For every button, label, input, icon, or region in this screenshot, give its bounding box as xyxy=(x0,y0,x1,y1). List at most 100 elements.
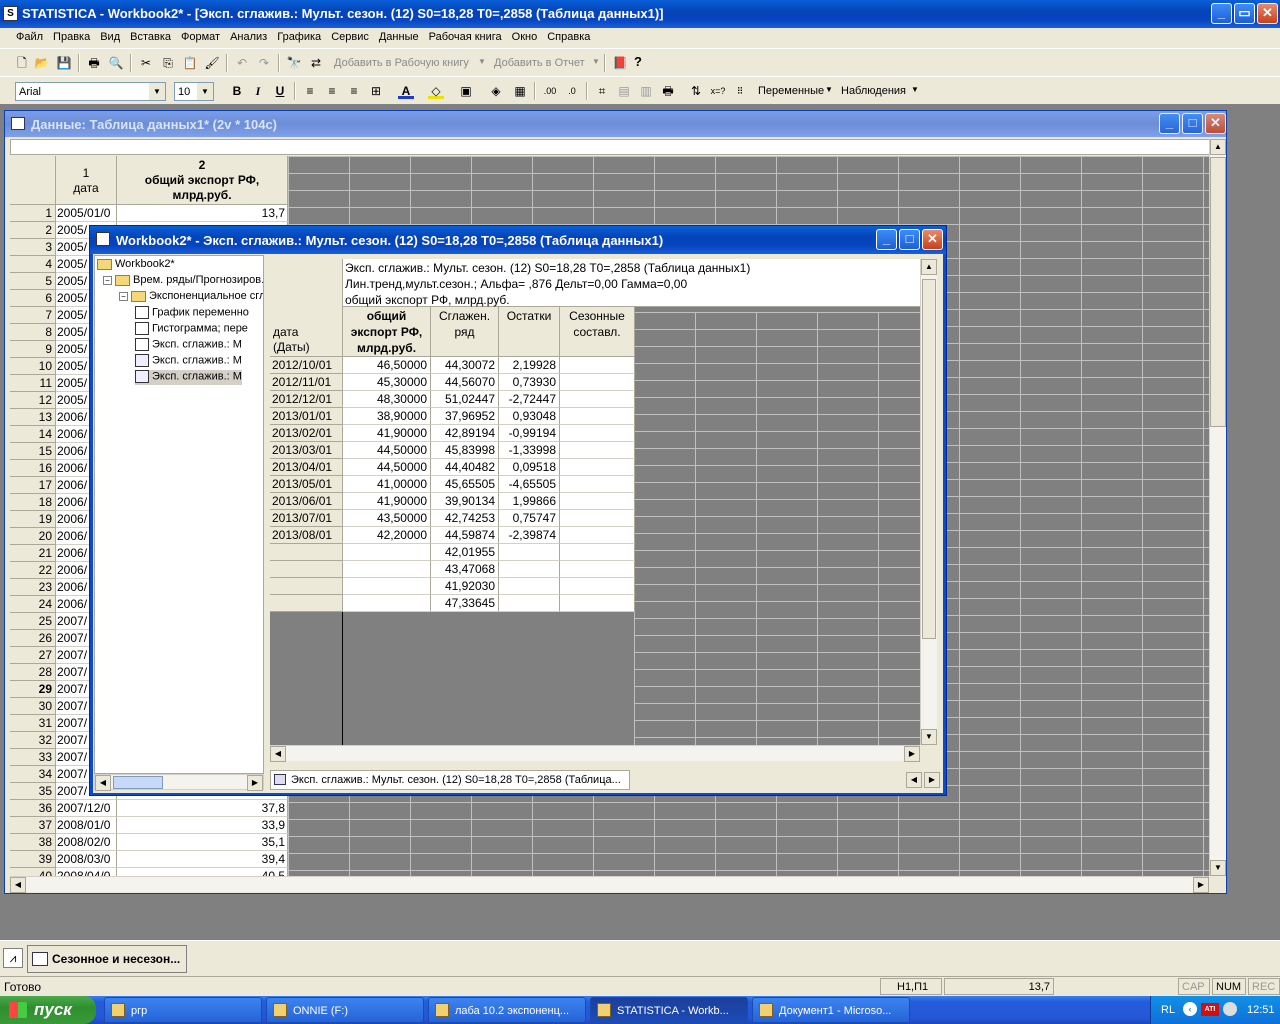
result-export-cell[interactable]: 41,90000 xyxy=(343,493,431,510)
row-header[interactable]: 16 xyxy=(10,460,56,477)
result-export-cell[interactable]: 43,50000 xyxy=(343,510,431,527)
formula-bar[interactable] xyxy=(10,139,1225,155)
increase-decimal-icon[interactable]: .00 xyxy=(542,83,558,99)
cut-icon[interactable]: ✂ xyxy=(138,55,154,71)
row-header[interactable]: 32 xyxy=(10,732,56,749)
result-residual-cell[interactable]: 2,19928 xyxy=(499,357,560,374)
result-date-cell[interactable] xyxy=(270,544,343,561)
row-header[interactable]: 21 xyxy=(10,545,56,562)
result-smoothed-cell[interactable]: 44,59874 xyxy=(431,527,499,544)
font-color-icon[interactable]: A xyxy=(398,83,414,99)
row-header[interactable]: 39 xyxy=(10,851,56,868)
column-header-export[interactable]: 2 общий экспорт РФ, млрд.руб. xyxy=(117,156,288,205)
tree-item[interactable]: − Врем. ряды/Прогнозиров. xyxy=(103,274,263,289)
result-export-cell[interactable]: 44,50000 xyxy=(343,459,431,476)
grid-icon[interactable]: ▦ xyxy=(512,83,528,99)
result-smoothed-cell[interactable]: 43,47068 xyxy=(431,561,499,578)
tab-prev-button[interactable]: ◀ xyxy=(906,772,922,788)
result-date-cell[interactable]: 2013/05/01 xyxy=(270,476,343,493)
result-smoothed-cell[interactable]: 41,92030 xyxy=(431,578,499,595)
date-cell[interactable]: 2008/02/0 xyxy=(56,834,117,851)
result-export-cell[interactable] xyxy=(343,595,431,612)
result-smoothed-cell[interactable]: 39,90134 xyxy=(431,493,499,510)
menu-item[interactable]: Данные xyxy=(379,31,419,43)
minimize-button[interactable]: _ xyxy=(1159,113,1180,134)
scroll-left-button[interactable]: ◀ xyxy=(95,775,111,791)
result-smoothed-cell[interactable]: 44,30072 xyxy=(431,357,499,374)
result-residual-cell[interactable]: 0,73930 xyxy=(499,374,560,391)
result-smoothed-cell[interactable]: 45,65505 xyxy=(431,476,499,493)
taskbar-item[interactable]: ONNIE (F:) xyxy=(266,997,424,1023)
scroll-right-button[interactable]: ▶ xyxy=(904,746,920,762)
row-header[interactable]: 2 xyxy=(10,222,56,239)
row-header[interactable]: 10 xyxy=(10,358,56,375)
scroll-thumb[interactable] xyxy=(922,279,936,639)
new-icon[interactable]: 🗋 xyxy=(14,55,30,71)
date-column-header[interactable]: дата (Даты) xyxy=(273,325,333,355)
border-icon[interactable]: ▣ xyxy=(458,83,474,99)
result-date-cell[interactable] xyxy=(270,595,343,612)
result-export-cell[interactable]: 42,20000 xyxy=(343,527,431,544)
close-button[interactable]: ✕ xyxy=(922,229,943,250)
recode-icon[interactable]: ⠿ xyxy=(732,83,748,99)
result-seasonal-cell[interactable] xyxy=(560,459,635,476)
result-export-cell[interactable]: 45,30000 xyxy=(343,374,431,391)
menu-item[interactable]: Анализ xyxy=(230,31,267,43)
row-header[interactable]: 24 xyxy=(10,596,56,613)
fill-color-icon[interactable]: ◇ xyxy=(428,83,444,99)
export-cell[interactable]: 35,1 xyxy=(117,834,288,851)
result-residual-cell[interactable] xyxy=(499,561,560,578)
results-vertical-scrollbar[interactable]: ▲ ▼ xyxy=(920,259,937,745)
scroll-right-button[interactable]: ▶ xyxy=(1193,877,1209,893)
variables-icon[interactable]: ▤ xyxy=(616,83,632,99)
graph-icon[interactable]: ⩘ xyxy=(3,948,23,968)
result-date-cell[interactable]: 2013/01/01 xyxy=(270,408,343,425)
font-size-select[interactable]: 10 ▼ xyxy=(174,82,214,101)
result-smoothed-cell[interactable]: 44,40482 xyxy=(431,459,499,476)
row-header[interactable]: 1 xyxy=(10,205,56,222)
row-header[interactable]: 30 xyxy=(10,698,56,715)
result-smoothed-cell[interactable]: 44,56070 xyxy=(431,374,499,391)
data-horizontal-scrollbar[interactable]: ◀ ▶ xyxy=(10,876,1209,893)
row-header[interactable]: 12 xyxy=(10,392,56,409)
close-button[interactable]: ✕ xyxy=(1205,113,1226,134)
result-date-cell[interactable]: 2013/04/01 xyxy=(270,459,343,476)
row-header[interactable]: 4 xyxy=(10,256,56,273)
table-icon[interactable]: ⌗ xyxy=(594,83,610,99)
result-residual-cell[interactable]: -4,65505 xyxy=(499,476,560,493)
row-header[interactable]: 38 xyxy=(10,834,56,851)
result-smoothed-cell[interactable]: 42,74253 xyxy=(431,510,499,527)
decrease-decimal-icon[interactable]: .0 xyxy=(564,83,580,99)
help-icon[interactable]: ? xyxy=(634,54,642,69)
sort-icon[interactable]: ⇅ xyxy=(688,83,704,99)
print-icon[interactable]: 🖶 xyxy=(660,83,676,99)
row-header[interactable]: 29 xyxy=(10,681,56,698)
tree-item[interactable]: Workbook2* xyxy=(97,258,175,273)
taskbar-item[interactable]: STATISTICA - Workb... xyxy=(590,997,748,1023)
result-seasonal-cell[interactable] xyxy=(560,391,635,408)
tree-item[interactable]: − Экспоненциальное сгл xyxy=(119,290,263,305)
scroll-up-button[interactable]: ▲ xyxy=(921,259,937,275)
col-header-seasonal[interactable]: Сезонные составл. xyxy=(560,307,635,357)
row-header[interactable]: 31 xyxy=(10,715,56,732)
menu-item[interactable]: Справка xyxy=(547,31,590,43)
result-seasonal-cell[interactable] xyxy=(560,357,635,374)
row-header[interactable]: 23 xyxy=(10,579,56,596)
result-seasonal-cell[interactable] xyxy=(560,493,635,510)
add-to-workbook-button[interactable]: Добавить в Рабочую книгу xyxy=(334,57,469,69)
result-residual-cell[interactable]: -2,39874 xyxy=(499,527,560,544)
row-header[interactable]: 9 xyxy=(10,341,56,358)
redo-icon[interactable]: ↷ xyxy=(256,55,272,71)
sheet-tab[interactable]: Эксп. сглажив.: Мульт. сезон. (12) S0=18… xyxy=(270,770,630,790)
result-residual-cell[interactable] xyxy=(499,578,560,595)
menu-item[interactable]: Вид xyxy=(100,31,120,43)
date-cell[interactable]: 2008/01/0 xyxy=(56,817,117,834)
tree-item[interactable]: Гистограмма; пере xyxy=(135,322,248,337)
maximize-button[interactable]: □ xyxy=(1182,113,1203,134)
result-date-cell[interactable]: 2013/06/01 xyxy=(270,493,343,510)
row-header[interactable]: 3 xyxy=(10,239,56,256)
row-header[interactable]: 35 xyxy=(10,783,56,800)
minimized-window[interactable]: Сезонное и несезон... xyxy=(27,945,187,973)
network-icon[interactable] xyxy=(1223,1002,1237,1016)
date-cell[interactable]: 2008/04/0 xyxy=(56,868,117,876)
